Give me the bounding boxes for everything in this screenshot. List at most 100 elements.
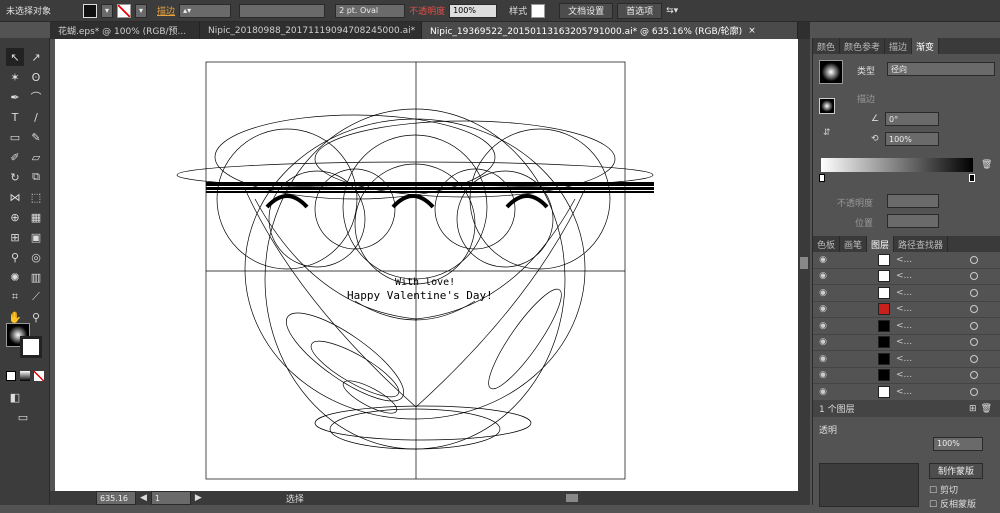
eye-icon[interactable]: ◉ [813, 255, 833, 265]
gradient-stop-black[interactable] [969, 174, 975, 182]
rectangle-icon[interactable]: ▭ [6, 128, 24, 146]
gradient-icon[interactable]: ▣ [27, 228, 45, 246]
layer-row[interactable]: ◉ <... [813, 335, 1000, 351]
style-swatch[interactable] [531, 3, 546, 18]
clip-checkbox[interactable]: ☐ 剪切 [929, 483, 958, 496]
selection-tool-icon[interactable]: ↖ [6, 48, 24, 66]
line-icon[interactable]: / [27, 108, 45, 126]
vertical-scroll-thumb[interactable] [800, 257, 808, 269]
tab-doc-2[interactable]: Nipic_20180988_20171119094708245000.ai* [200, 22, 422, 39]
stroke-color-box[interactable] [20, 336, 42, 358]
eye-icon[interactable]: ◉ [813, 321, 833, 331]
target-icon[interactable] [970, 387, 978, 396]
direct-select-icon[interactable]: ↗ [27, 48, 45, 66]
brush-def[interactable]: 2 pt. Oval [335, 3, 406, 18]
target-icon[interactable] [970, 305, 978, 314]
gradient-mode-icon[interactable] [20, 371, 30, 381]
layer-row[interactable]: ◉ <... [813, 351, 1000, 368]
target-icon[interactable] [970, 338, 978, 347]
tab-layers[interactable]: 图层 [867, 236, 895, 252]
default-color-icon[interactable] [6, 371, 16, 381]
paintbrush-icon[interactable]: ✎ [27, 128, 45, 146]
eye-icon[interactable]: ◉ [813, 304, 833, 314]
lasso-icon[interactable]: ʘ [27, 68, 45, 86]
fill-dropdown[interactable]: ▾ [101, 3, 114, 18]
tab-swatches[interactable]: 色板 [813, 236, 841, 252]
tab-color-guide[interactable]: 颜色参考 [840, 38, 886, 54]
stroke-label[interactable]: 描边 [157, 4, 175, 17]
graph-icon[interactable]: ▥ [27, 268, 45, 286]
vertical-scrollbar[interactable] [798, 39, 810, 491]
layer-row[interactable]: ◉ <... [813, 285, 1000, 302]
target-icon[interactable] [970, 288, 978, 297]
magic-wand-icon[interactable]: ✶ [6, 68, 24, 86]
eye-icon[interactable]: ◉ [813, 354, 833, 364]
prefs-button[interactable]: 首选项 [617, 2, 663, 19]
ratio-field[interactable]: 100% [885, 132, 939, 146]
layer-row[interactable]: ◉ <... [813, 252, 1000, 269]
invert-checkbox[interactable]: ☐ 反相蒙版 [929, 497, 976, 510]
eyedropper-icon[interactable]: ⚲ [6, 248, 24, 266]
slice-icon[interactable]: ⟋ [27, 288, 45, 306]
layer-row[interactable]: ◉ <... [813, 269, 1000, 285]
gradient-stop-white[interactable] [819, 174, 825, 182]
eye-icon[interactable]: ◉ [813, 271, 833, 281]
angle-field[interactable]: 0° [885, 112, 939, 126]
layer-row[interactable]: ◉ <... [813, 368, 1000, 384]
pencil-icon[interactable]: ✐ [6, 148, 24, 166]
opacity-input[interactable]: 100% [449, 3, 498, 18]
layer-row[interactable]: ◉ <... [813, 318, 1000, 335]
tab-doc-3[interactable]: Nipic_19369522_20150113163205791000.ai* … [422, 22, 798, 39]
eye-icon[interactable]: ◉ [813, 288, 833, 298]
width-icon[interactable]: ⋈ [6, 188, 24, 206]
artboard-icon[interactable]: ⌗ [6, 288, 24, 306]
new-layer-icon[interactable]: ⊞ [969, 404, 977, 414]
doc-setup-button[interactable]: 文档设置 [559, 2, 614, 19]
tab-stroke[interactable]: 描边 [885, 38, 913, 54]
delete-layer-icon[interactable]: 🗑 [981, 404, 992, 414]
arrange-icon[interactable]: ⇆▾ [666, 6, 678, 16]
curvature-icon[interactable]: ⌒ [27, 88, 45, 106]
artboard-canvas[interactable]: With love! Happy Valentine's Day! [55, 39, 798, 491]
variable-width[interactable] [239, 3, 326, 18]
scale-icon[interactable]: ⧉ [27, 168, 45, 186]
location-field[interactable] [887, 214, 939, 228]
type-dropdown[interactable]: 径向 [887, 62, 995, 76]
eye-icon[interactable]: ◉ [813, 387, 833, 397]
draw-mode-icon[interactable]: ◧ [6, 388, 24, 406]
tab-gradient[interactable]: 渐变 [912, 38, 940, 54]
tab-pathfinder[interactable]: 路径查找器 [894, 236, 949, 252]
delete-stop-icon[interactable]: 🗑 [981, 160, 992, 170]
close-icon[interactable]: × [748, 26, 756, 36]
target-icon[interactable] [970, 272, 978, 281]
tab-brushes[interactable]: 画笔 [840, 236, 868, 252]
stop-opacity-field[interactable] [887, 194, 939, 208]
fill-swatch[interactable] [83, 3, 98, 18]
none-mode-icon[interactable] [34, 371, 44, 381]
stroke-dropdown[interactable]: ▾ [135, 3, 148, 18]
page-field[interactable]: 1 [150, 491, 191, 505]
gradient-slider[interactable] [821, 158, 973, 172]
layer-row[interactable]: ◉ <... [813, 302, 1000, 318]
rotate-icon[interactable]: ↻ [6, 168, 24, 186]
prev-page-icon[interactable]: ◀ [140, 493, 147, 503]
reverse-icon[interactable]: ⇵ [823, 128, 831, 138]
pen-icon[interactable]: ✒ [6, 88, 24, 106]
screen-mode-icon[interactable]: ▭ [14, 408, 32, 426]
mask-thumb[interactable] [819, 462, 919, 507]
shape-builder-icon[interactable]: ⊕ [6, 208, 24, 226]
mesh-icon[interactable]: ⊞ [6, 228, 24, 246]
free-transform-icon[interactable]: ⬚ [27, 188, 45, 206]
make-mask-button[interactable]: 制作蒙版 [929, 462, 984, 479]
horizontal-scroll-thumb[interactable] [565, 494, 578, 502]
perspective-icon[interactable]: ▦ [27, 208, 45, 226]
eye-icon[interactable]: ◉ [813, 370, 833, 380]
layer-row[interactable]: ◉ <... [813, 384, 1000, 401]
symbol-sprayer-icon[interactable]: ✺ [6, 268, 24, 286]
fill-stroke-mini[interactable] [819, 98, 835, 114]
target-icon[interactable] [970, 371, 978, 380]
stroke-swatch[interactable] [117, 3, 132, 18]
tab-color[interactable]: 颜色 [813, 38, 841, 54]
tab-doc-1[interactable]: 花蝴.eps* @ 100% (RGB/预... [50, 22, 200, 39]
blend-icon[interactable]: ◎ [27, 248, 45, 266]
